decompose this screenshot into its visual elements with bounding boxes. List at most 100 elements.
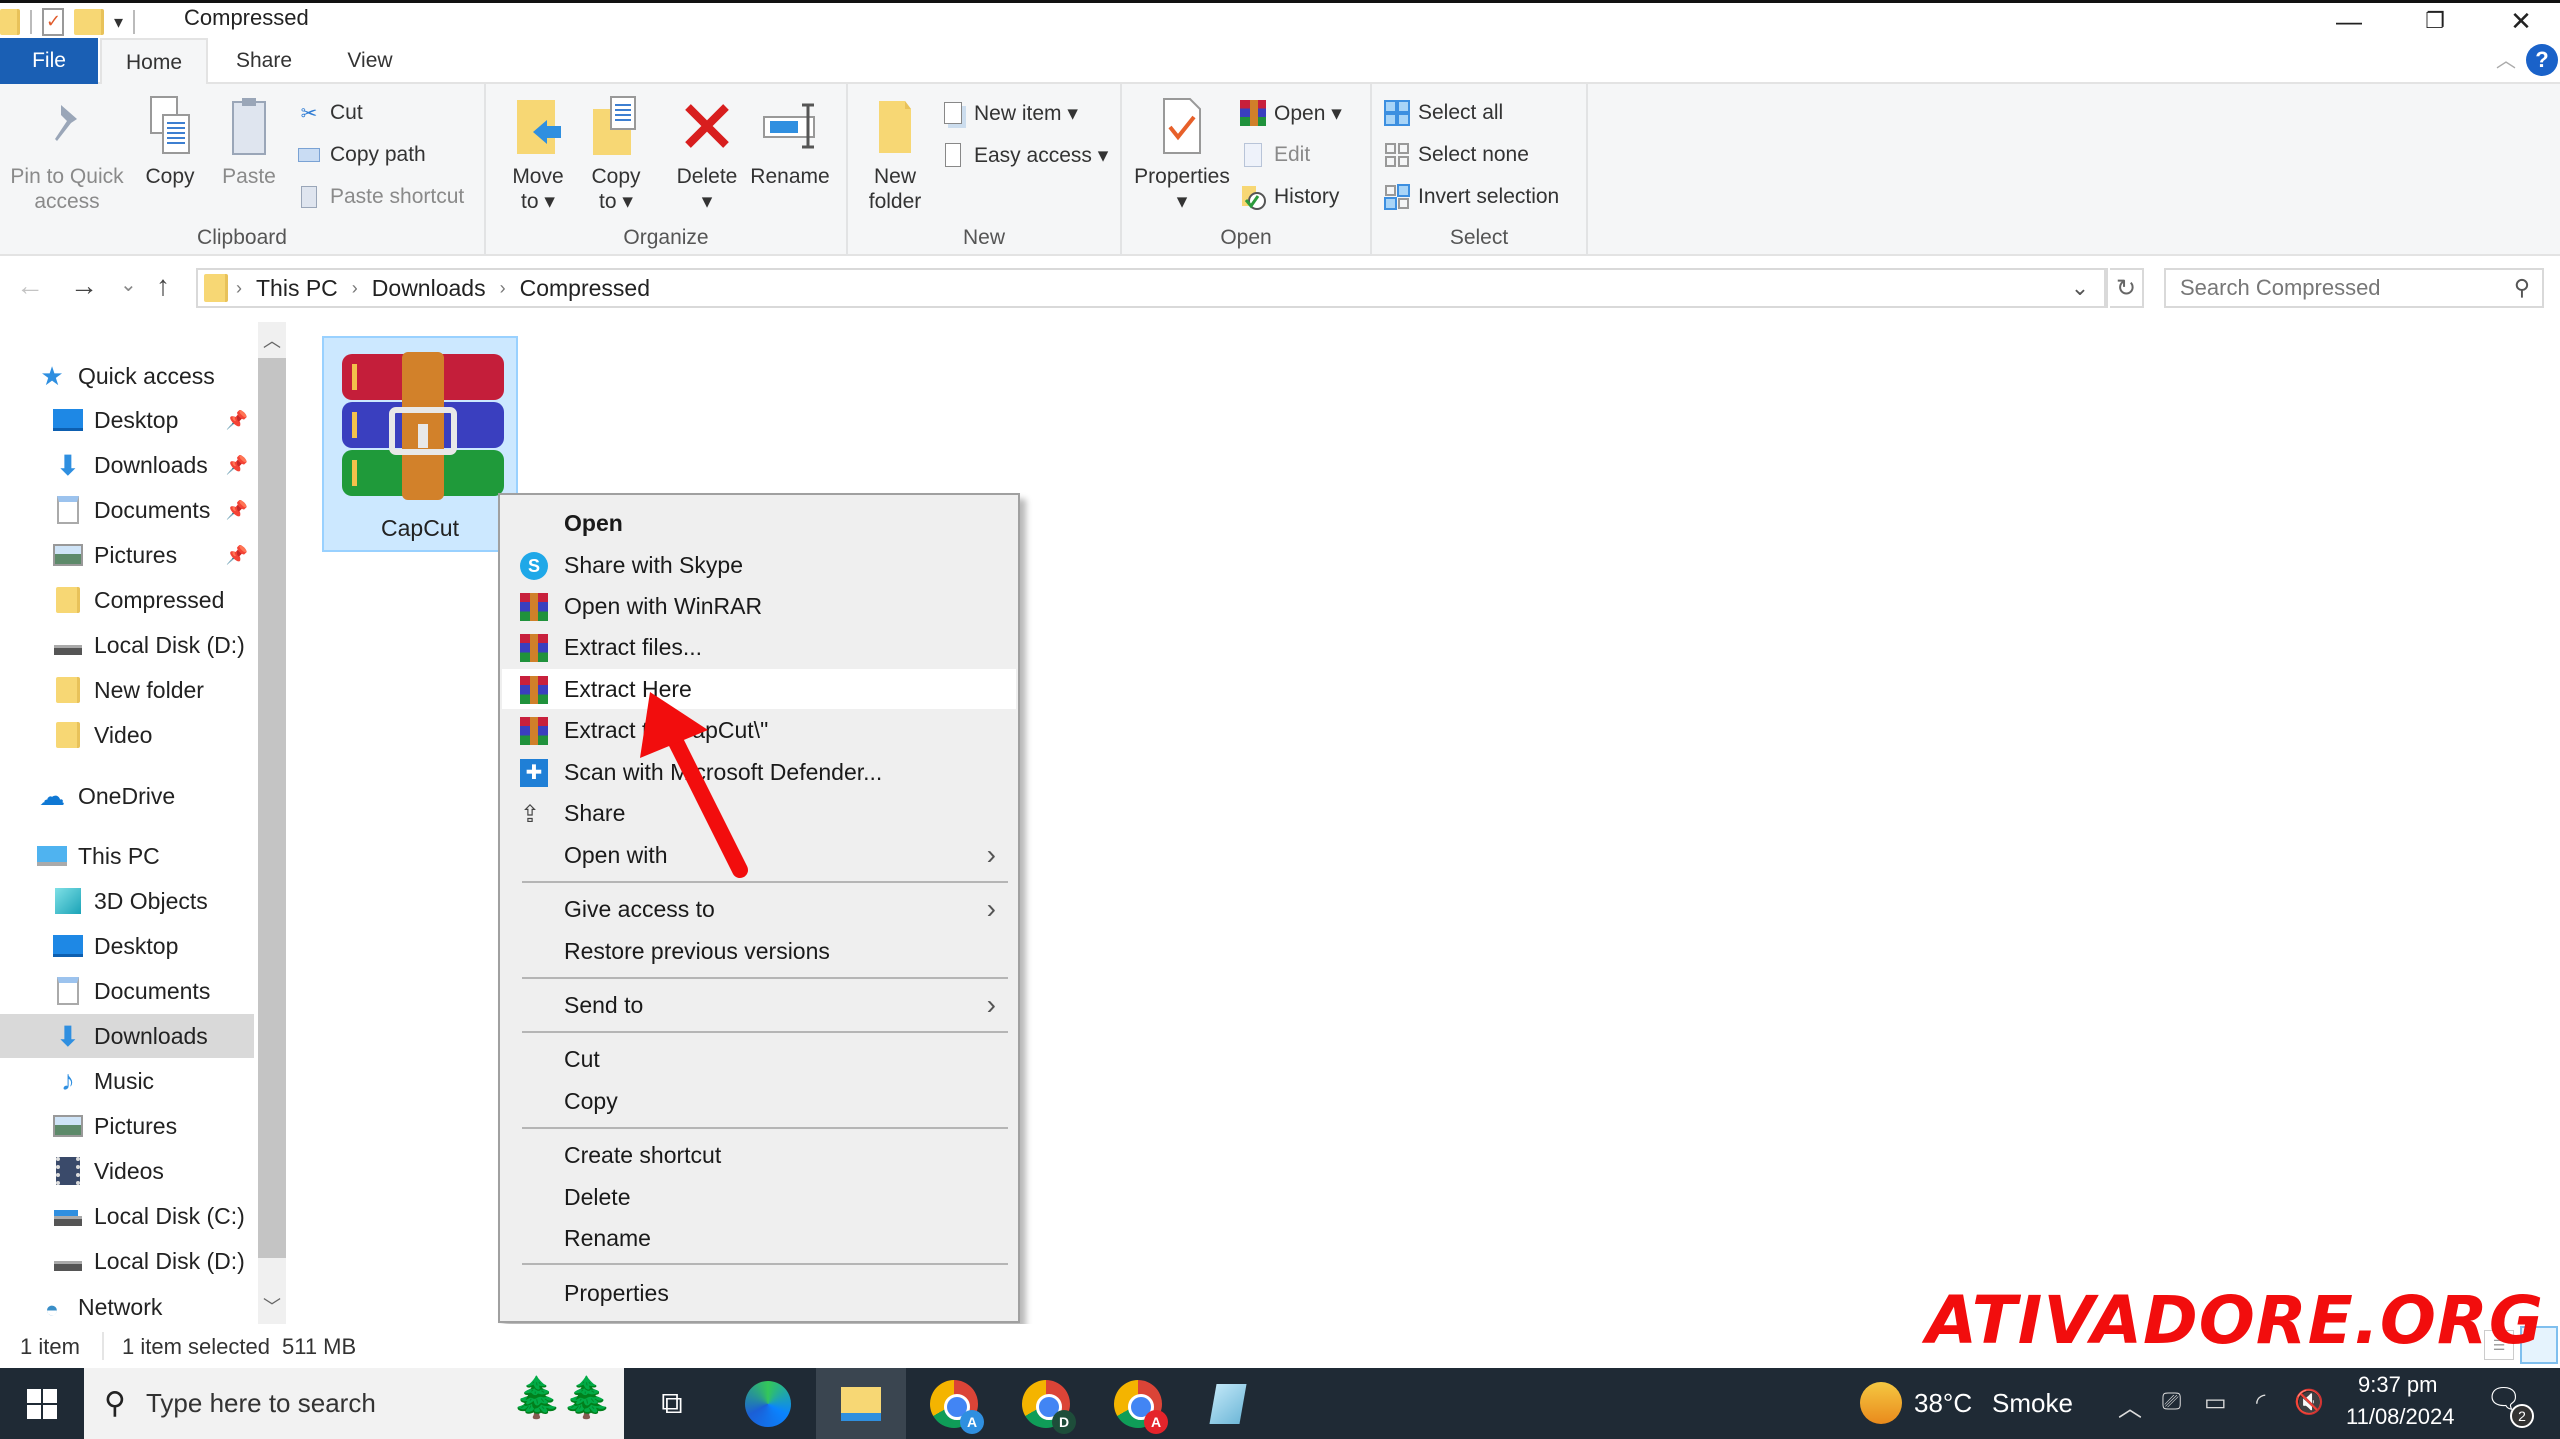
delete-button[interactable]: Delete ▾ <box>672 94 742 214</box>
sidebar-item-local-disk-d[interactable]: Local Disk (D:) <box>52 623 254 667</box>
select-all-button[interactable]: Select all <box>1384 96 1503 130</box>
battery-icon[interactable]: ▭ <box>2204 1388 2227 1417</box>
menu-item-give-access-to[interactable]: Give access to › <box>502 889 1016 929</box>
copy-path-button[interactable]: Copy path <box>296 138 426 172</box>
forward-button[interactable]: → <box>70 270 98 302</box>
sidebar-item-network[interactable]: ◓ Network <box>36 1294 254 1324</box>
pin-icon[interactable]: 📌 <box>226 500 248 521</box>
taskbar-file-explorer[interactable] <box>816 1368 906 1439</box>
properties-qat-icon[interactable] <box>42 8 64 36</box>
sidebar-item-new-folder[interactable]: New folder <box>52 668 254 712</box>
sidebar-item-compressed[interactable]: Compressed <box>52 578 254 622</box>
search-icon[interactable]: ⚲ <box>2514 275 2530 301</box>
weather-temperature[interactable]: 38°C <box>1914 1388 1972 1419</box>
sidebar-item-pictures-pc[interactable]: Pictures <box>52 1104 254 1148</box>
sidebar-item-quick-access[interactable]: ★ Quick access <box>36 354 290 398</box>
sidebar-item-documents[interactable]: Documents 📌 <box>52 488 254 532</box>
pin-icon[interactable]: 📌 <box>226 455 248 476</box>
sidebar-item-documents-pc[interactable]: Documents <box>52 969 254 1013</box>
recent-locations-button[interactable]: ⌄ <box>120 272 137 297</box>
sidebar-item-videos[interactable]: Videos <box>52 1149 254 1193</box>
taskbar-edge[interactable] <box>730 1368 806 1439</box>
tab-file[interactable]: File <box>0 38 98 84</box>
collapse-ribbon-icon[interactable]: ︿ <box>2496 44 2516 73</box>
paste-shortcut-button[interactable]: Paste shortcut <box>296 180 464 214</box>
pin-to-quick-access-button[interactable]: Pin to Quick access <box>6 94 128 214</box>
up-button[interactable]: ↑ <box>156 270 170 302</box>
open-button[interactable]: Open ▾ <box>1240 96 1342 130</box>
sidebar-item-music[interactable]: ♪ Music <box>52 1059 254 1103</box>
back-button[interactable]: ← <box>16 270 44 302</box>
invert-selection-button[interactable]: Invert selection <box>1384 180 1559 214</box>
sidebar-item-local-disk-c[interactable]: Local Disk (C:) <box>52 1194 254 1238</box>
scrollbar-thumb[interactable] <box>258 358 286 1258</box>
menu-item-create-shortcut[interactable]: Create shortcut <box>502 1135 1016 1175</box>
menu-item-copy[interactable]: Copy <box>502 1081 1016 1121</box>
copy-button[interactable]: Copy <box>136 94 204 189</box>
close-button[interactable]: ✕ <box>2478 3 2560 39</box>
taskbar-search-box[interactable]: ⚲ Type here to search 🌲🌲 <box>84 1368 624 1439</box>
taskbar-chrome-profile-a[interactable]: A <box>916 1368 992 1439</box>
address-history-dropdown[interactable]: ⌄ <box>2056 270 2106 306</box>
sidebar-item-local-disk-d-pc[interactable]: Local Disk (D:) <box>52 1239 254 1283</box>
task-view-button[interactable]: ⧉ <box>640 1368 704 1439</box>
weather-icon[interactable] <box>1860 1382 1902 1424</box>
edit-button[interactable]: Edit <box>1240 138 1310 172</box>
show-hidden-icons-chevron[interactable]: ︿ <box>2118 1388 2142 1423</box>
tab-home[interactable]: Home <box>100 38 208 86</box>
clock-time[interactable]: 9:37 pm <box>2358 1372 2438 1398</box>
sidebar-item-downloads-pc[interactable]: ⬇ Downloads <box>0 1014 254 1058</box>
sidebar-item-desktop[interactable]: Desktop 📌 <box>52 398 254 442</box>
refresh-button[interactable]: ↻ <box>2110 268 2144 308</box>
menu-item-properties[interactable]: Properties <box>502 1273 1016 1313</box>
sidebar-item-this-pc[interactable]: This PC <box>36 834 254 878</box>
menu-item-rename[interactable]: Rename <box>502 1218 1016 1258</box>
sidebar-item-downloads[interactable]: ⬇ Downloads 📌 <box>52 443 254 487</box>
sidebar-item-3d-objects[interactable]: 3D Objects <box>52 879 254 923</box>
file-item-capcut[interactable]: CapCut <box>322 336 518 552</box>
new-folder-button[interactable]: New folder <box>858 94 932 214</box>
pin-icon[interactable]: 📌 <box>226 545 248 566</box>
help-icon[interactable]: ? <box>2526 44 2558 76</box>
menu-item-share-with-skype[interactable]: S Share with Skype <box>502 545 1016 585</box>
breadcrumb-separator[interactable]: › <box>500 278 506 299</box>
search-input[interactable]: Search Compressed ⚲ <box>2164 268 2544 308</box>
restore-button[interactable]: ❐ <box>2392 3 2478 39</box>
breadcrumb-compressed[interactable]: Compressed <box>520 275 650 302</box>
weather-condition[interactable]: Smoke <box>1992 1388 2073 1419</box>
minimize-button[interactable]: — <box>2306 3 2392 39</box>
copy-to-button[interactable]: Copy to ▾ <box>584 94 648 214</box>
menu-item-open[interactable]: Open <box>502 503 1016 543</box>
sidebar-item-desktop-pc[interactable]: Desktop <box>52 924 254 968</box>
pin-icon[interactable]: 📌 <box>226 410 248 431</box>
scroll-up-arrow[interactable]: ︿ <box>258 324 286 356</box>
volume-muted-icon[interactable]: 🔇 <box>2294 1388 2324 1417</box>
new-item-button[interactable]: New item ▾ <box>940 96 1078 130</box>
address-bar[interactable]: › This PC › Downloads › Compressed ⌄ <box>196 268 2108 308</box>
properties-button[interactable]: Properties ▾ <box>1132 94 1232 214</box>
menu-item-delete[interactable]: Delete <box>502 1177 1016 1217</box>
sidebar-scrollbar[interactable]: ︿ ﹀ <box>258 322 286 1324</box>
breadcrumb-this-pc[interactable]: This PC <box>256 275 338 302</box>
menu-item-cut[interactable]: Cut <box>502 1039 1016 1079</box>
move-to-button[interactable]: Move to ▾ <box>506 94 570 214</box>
meet-now-icon[interactable]: ⎚ <box>2162 1388 2181 1416</box>
easy-access-button[interactable]: Easy access ▾ <box>940 138 1108 172</box>
sidebar-item-video[interactable]: Video <box>52 713 254 757</box>
cut-button[interactable]: ✂ Cut <box>296 96 363 130</box>
new-folder-qat-icon[interactable] <box>74 9 104 35</box>
taskbar-notepad[interactable] <box>1190 1368 1266 1439</box>
rename-button[interactable]: Rename <box>748 94 832 189</box>
sidebar-item-pictures[interactable]: Pictures 📌 <box>52 533 254 577</box>
paste-button[interactable]: Paste <box>214 94 284 189</box>
wifi-icon[interactable]: ◜ <box>2256 1388 2265 1417</box>
start-button[interactable] <box>0 1368 84 1439</box>
menu-item-send-to[interactable]: Send to › <box>502 985 1016 1025</box>
breadcrumb-separator[interactable]: › <box>352 278 358 299</box>
customize-qat-dropdown[interactable]: ▾ <box>114 12 123 33</box>
menu-item-extract-files[interactable]: Extract files... <box>502 627 1016 667</box>
taskbar-chrome-profile-d[interactable]: D <box>1008 1368 1084 1439</box>
clock-date[interactable]: 11/08/2024 <box>2346 1404 2454 1430</box>
select-none-button[interactable]: Select none <box>1384 138 1529 172</box>
tab-share[interactable]: Share <box>226 38 302 84</box>
